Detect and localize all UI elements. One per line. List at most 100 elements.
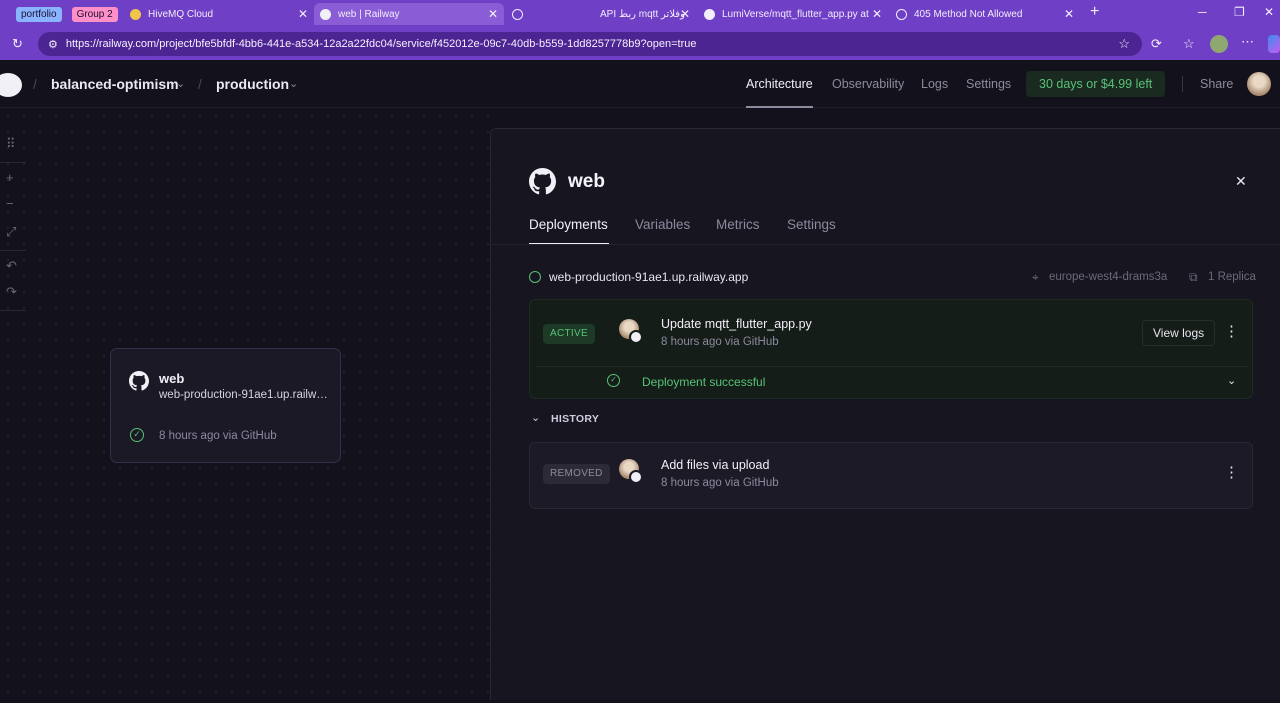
tab-deployments[interactable]: Deployments [529, 217, 608, 232]
tab-title: LumiVerse/mqtt_flutter_app.py at [722, 8, 869, 20]
tab-settings[interactable]: Settings [787, 217, 836, 232]
tab-metrics[interactable]: Metrics [716, 217, 760, 232]
nav-architecture[interactable]: Architecture [746, 77, 813, 91]
zoom-out-icon[interactable]: − [6, 196, 14, 211]
chevron-down-icon[interactable]: ⌄ [531, 411, 540, 424]
close-icon[interactable]: ✕ [680, 7, 690, 21]
close-icon[interactable]: ✕ [872, 7, 882, 21]
service-url[interactable]: web-production-91ae1.up.railway.app [159, 389, 329, 401]
domain-link[interactable]: web-production-91ae1.up.railway.app [549, 270, 748, 284]
deployment-title: Update mqtt_flutter_app.py [661, 317, 812, 331]
github-icon [629, 330, 643, 344]
nav-settings[interactable]: Settings [966, 77, 1011, 91]
tab-title: 405 Method Not Allowed [914, 8, 1023, 20]
user-avatar[interactable] [1247, 72, 1271, 96]
region-label: europe-west4-drams3a [1049, 271, 1168, 283]
domain-row: web-production-91ae1.up.railway.app [529, 270, 748, 284]
zoom-in-icon[interactable]: + [6, 170, 14, 185]
panel-title: web [568, 171, 605, 192]
chevron-down-icon[interactable]: ⌄ [176, 77, 185, 90]
check-circle-icon: ✓ [607, 374, 620, 387]
status-badge: REMOVED [543, 464, 610, 484]
nav-observability[interactable]: Observability [832, 77, 904, 91]
tab-group-portfolio[interactable]: portfolio [16, 6, 62, 22]
app-header: / balanced-optimism ⌄ / production ⌄ Arc… [0, 60, 1280, 108]
active-nav-indicator [746, 106, 813, 108]
chatgpt-icon [512, 8, 523, 20]
url-text[interactable]: https://railway.com/project/bfe5bfdf-4bb… [66, 38, 697, 50]
more-options-icon[interactable]: ⋮ [1224, 322, 1239, 340]
tab-chatgpt[interactable]: API ربط mqtt وفلاتر ✕ [506, 3, 696, 25]
copy-replicas-icon: ⧉ [1189, 270, 1198, 284]
profile-avatar[interactable] [1210, 35, 1228, 53]
toolbar-divider [0, 250, 26, 251]
restore-icon[interactable]: ❐ [1234, 5, 1245, 19]
reload-icon[interactable]: ↻ [12, 36, 23, 52]
tab-405[interactable]: 405 Method Not Allowed ✕ [890, 3, 1080, 25]
status-badge: ACTIVE [543, 324, 595, 344]
favorites-icon[interactable]: ☆ [1183, 36, 1195, 52]
railway-logo[interactable] [0, 73, 22, 97]
browser-tabbar: portfolio Group 2 HiveMQ Cloud ✕ web | R… [0, 0, 1280, 28]
tab-group-2[interactable]: Group 2 [71, 6, 118, 22]
more-menu-icon[interactable]: ⋯ [1241, 34, 1254, 50]
copilot-icon[interactable] [1268, 35, 1280, 53]
history-label: HISTORY [551, 413, 600, 425]
address-bar-row: ↻ ⚙ https://railway.com/project/bfe5bfdf… [0, 28, 1280, 60]
minimize-icon[interactable]: ─ [1198, 5, 1207, 19]
extensions-icon[interactable]: ⟳ [1151, 36, 1162, 52]
star-icon[interactable]: ☆ [1118, 36, 1130, 52]
environment-name[interactable]: production [216, 76, 289, 92]
tab-railway[interactable]: web | Railway ✕ [314, 3, 504, 25]
deployment-title: Add files via upload [661, 458, 770, 472]
replica-count: 1 Replica [1208, 271, 1256, 283]
close-icon[interactable]: ✕ [488, 7, 498, 21]
page-info-icon[interactable]: ⚙ [48, 38, 58, 51]
breadcrumb-separator: / [198, 76, 202, 92]
tab-title: HiveMQ Cloud [148, 8, 214, 20]
redo-icon[interactable]: ↷ [6, 284, 17, 300]
share-button[interactable]: Share [1200, 77, 1233, 91]
tab-github[interactable]: LumiVerse/mqtt_flutter_app.py at ✕ [698, 3, 888, 25]
undo-icon[interactable]: ↶ [6, 258, 17, 274]
active-deployment-card[interactable]: ACTIVE Update mqtt_flutter_app.py 8 hour… [529, 299, 1253, 399]
project-name[interactable]: balanced-optimism [51, 76, 179, 92]
trial-badge[interactable]: 30 days or $4.99 left [1026, 71, 1166, 97]
view-logs-button[interactable]: View logs [1142, 320, 1216, 346]
tab-hivemq[interactable]: HiveMQ Cloud ✕ [124, 3, 314, 25]
more-options-icon[interactable]: ⋮ [1224, 463, 1239, 481]
service-panel: web ✕ Deployments Variables Metrics Sett… [490, 128, 1280, 700]
tab-title: web | Railway [338, 8, 400, 20]
globe-icon [896, 8, 907, 20]
close-icon[interactable]: ✕ [1064, 7, 1074, 21]
fit-view-icon[interactable]: ⤢ [6, 224, 16, 240]
grid-icon[interactable]: ⠿ [6, 136, 16, 152]
deployment-subtitle: 8 hours ago via GitHub [661, 336, 779, 348]
address-bar[interactable]: ⚙ https://railway.com/project/bfe5bfdf-4… [38, 32, 1142, 56]
close-icon[interactable]: ✕ [298, 7, 308, 21]
github-icon [704, 8, 715, 20]
tab-variables[interactable]: Variables [635, 217, 690, 232]
card-divider [536, 366, 1248, 367]
deployment-status: Deployment successful [642, 375, 766, 389]
new-tab-button[interactable]: + [1090, 3, 1099, 21]
chevron-down-icon[interactable]: ⌄ [1227, 374, 1236, 387]
close-window-icon[interactable]: ✕ [1264, 5, 1274, 19]
nav-logs[interactable]: Logs [921, 77, 948, 91]
check-circle-icon: ✓ [130, 428, 144, 442]
toolbar-divider [0, 310, 26, 311]
globe-icon [529, 271, 541, 283]
hivemq-icon [130, 8, 141, 20]
service-name: web [159, 371, 185, 386]
github-icon [129, 371, 149, 391]
tab-title: API ربط mqtt وفلاتر [600, 8, 685, 20]
history-deployment-card[interactable]: REMOVED Add files via upload 8 hours ago… [529, 442, 1253, 509]
toolbar-divider [0, 162, 26, 163]
tabs-divider [491, 244, 1280, 245]
chevron-down-icon[interactable]: ⌄ [289, 77, 298, 90]
deployment-subtitle: 8 hours ago via GitHub [661, 477, 779, 489]
breadcrumb-separator: / [33, 76, 37, 92]
close-panel-icon[interactable]: ✕ [1235, 173, 1247, 190]
service-deploy-status: 8 hours ago via GitHub [159, 430, 277, 442]
service-card-web[interactable]: web web-production-91ae1.up.railway.app … [110, 348, 341, 463]
